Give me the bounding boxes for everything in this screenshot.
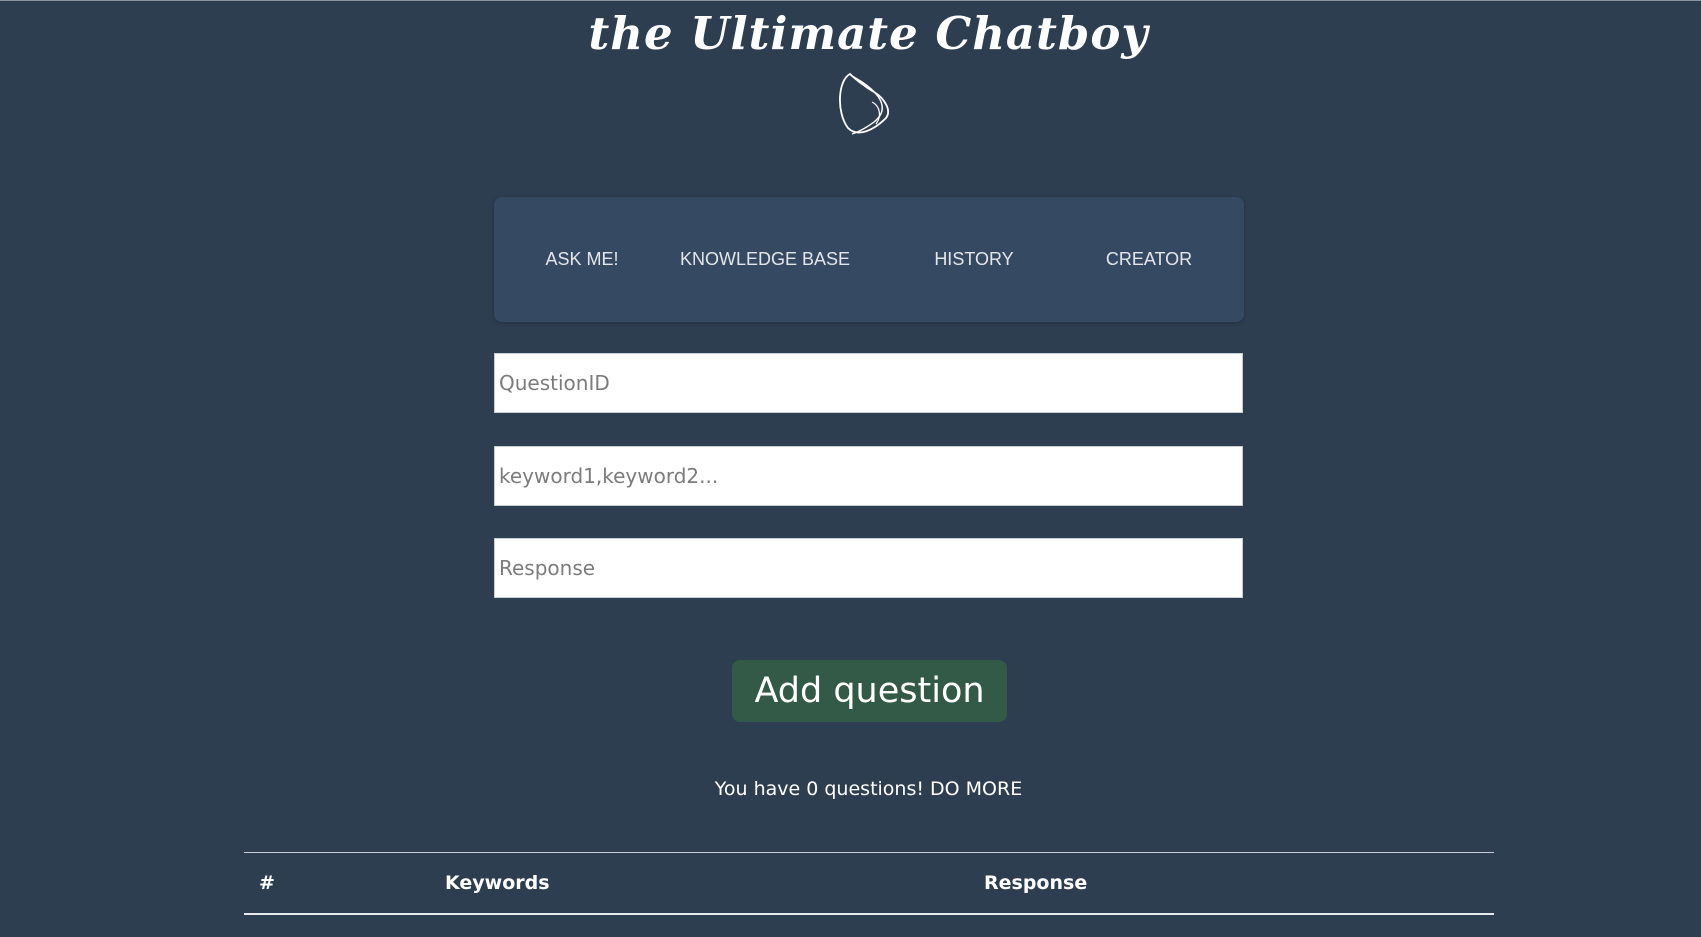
nav-item-knowledge-base[interactable]: KNOWLEDGE BASE [670, 247, 860, 271]
add-question-button[interactable]: Add question [732, 660, 1007, 722]
top-border [0, 0, 1701, 1]
table-header-row: # Keywords Response [244, 853, 1494, 913]
main-nav: ASK ME! KNOWLEDGE BASE HISTORY CREATOR [494, 197, 1244, 322]
keywords-input[interactable] [494, 446, 1243, 506]
column-header-keywords: Keywords [445, 872, 550, 894]
question-id-input[interactable] [494, 353, 1243, 413]
questions-table: # Keywords Response [244, 852, 1494, 915]
question-count-status: You have 0 questions! DO MORE [714, 778, 1023, 800]
app-title: the Ultimate Chatboy [588, 7, 1149, 60]
nav-item-creator[interactable]: CREATOR [1064, 247, 1234, 271]
bot-swirl-icon [839, 72, 889, 135]
response-input[interactable] [494, 538, 1243, 598]
column-header-number: # [259, 872, 275, 894]
nav-item-ask-me[interactable]: ASK ME! [508, 247, 656, 271]
column-header-response: Response [984, 872, 1088, 894]
nav-item-history[interactable]: HISTORY [894, 247, 1054, 271]
